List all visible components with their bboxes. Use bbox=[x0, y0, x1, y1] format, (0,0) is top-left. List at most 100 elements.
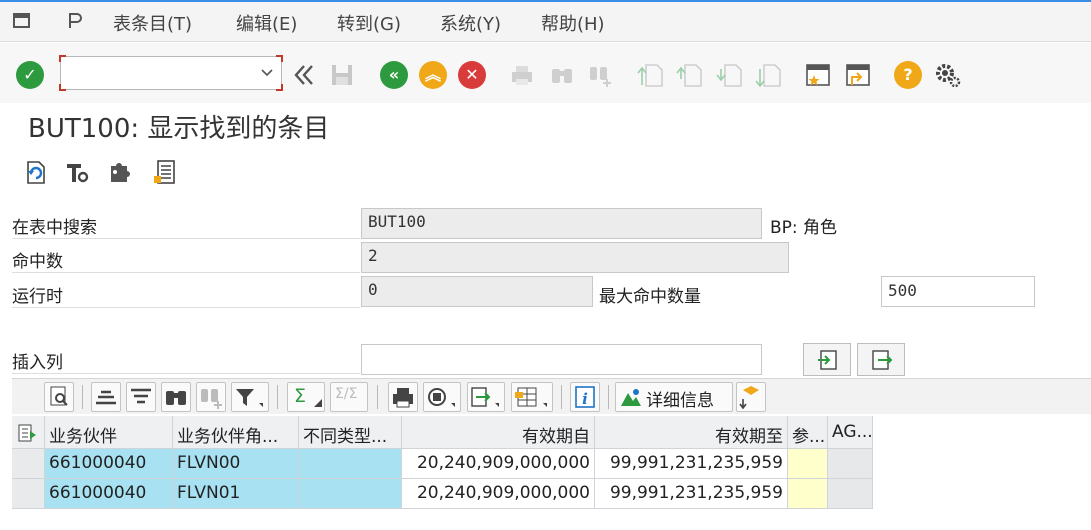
table-cell[interactable]: 661000040 bbox=[45, 479, 173, 509]
details-button[interactable]: 详细信息 bbox=[615, 382, 733, 412]
find-button[interactable] bbox=[161, 382, 191, 412]
detail-button[interactable] bbox=[44, 382, 74, 412]
row-selector[interactable] bbox=[12, 479, 45, 509]
column-header-bp[interactable]: 业务伙伴 bbox=[45, 416, 173, 449]
layout-icon[interactable] bbox=[66, 11, 86, 31]
menu-item-table-entry[interactable]: 表条目(T) bbox=[113, 10, 192, 36]
column-header-valid-to[interactable]: 有效期至 bbox=[595, 416, 788, 449]
find-icon[interactable] bbox=[548, 61, 576, 89]
remove-column-icon bbox=[872, 350, 893, 370]
search-table-description: BP: 角色 bbox=[770, 218, 838, 238]
column-header-diff-type[interactable]: 不同类型... bbox=[299, 416, 402, 449]
column-header-ag[interactable]: AG... bbox=[828, 416, 873, 449]
table-cell[interactable] bbox=[828, 479, 873, 509]
table-cell[interactable]: 20,240,909,000,000 bbox=[402, 449, 595, 479]
save-icon[interactable] bbox=[328, 61, 356, 89]
insert-column-input[interactable] bbox=[361, 344, 762, 375]
create-session-icon[interactable] bbox=[804, 61, 832, 89]
chevron-down-icon[interactable] bbox=[261, 68, 273, 78]
insert-column-label: 插入列 bbox=[12, 353, 63, 373]
details-label: 详细信息 bbox=[646, 391, 714, 411]
menu-item-edit[interactable]: 编辑(E) bbox=[236, 10, 297, 36]
menu-item-help[interactable]: 帮助(H) bbox=[541, 10, 605, 36]
sigma-icon: Σ bbox=[294, 385, 307, 407]
svg-text:i: i bbox=[582, 390, 588, 408]
search-table-label: 在表中搜索 bbox=[12, 218, 97, 238]
hits-field: 2 bbox=[361, 242, 789, 273]
table-cell[interactable]: 661000040 bbox=[45, 449, 173, 479]
next-page-icon[interactable] bbox=[716, 61, 744, 89]
align-center-icon bbox=[96, 390, 116, 405]
table-cell[interactable]: 99,991,231,235,959 bbox=[595, 449, 788, 479]
sort-order-button[interactable] bbox=[736, 382, 766, 412]
subtotal-icon: Σ/Σ bbox=[335, 386, 358, 402]
menu-icon[interactable] bbox=[12, 11, 32, 31]
menu-bar: 表条目(T) 编辑(E) 转到(G) 系统(Y) 帮助(H) bbox=[0, 0, 1091, 42]
info-icon: i bbox=[575, 386, 595, 408]
search-table-field: BUT100 bbox=[361, 208, 762, 239]
insert-column-button[interactable] bbox=[803, 343, 851, 376]
info-button[interactable]: i bbox=[570, 382, 600, 412]
row-selector[interactable] bbox=[12, 449, 45, 479]
remove-column-button[interactable] bbox=[857, 343, 905, 376]
last-page-icon[interactable] bbox=[755, 61, 783, 89]
details-chart-icon bbox=[621, 389, 641, 406]
menu-item-system[interactable]: 系统(Y) bbox=[440, 10, 501, 36]
settings-icon[interactable] bbox=[933, 61, 961, 89]
sum-button[interactable]: Σ bbox=[287, 382, 325, 412]
filter-button[interactable] bbox=[231, 382, 269, 412]
column-select-icon bbox=[18, 424, 36, 442]
exit-icon[interactable]: ︽ bbox=[419, 61, 447, 89]
menu-item-goto[interactable]: 转到(G) bbox=[337, 10, 401, 36]
refresh-icon[interactable] bbox=[22, 158, 48, 186]
table-cell[interactable]: FLVN00 bbox=[173, 449, 299, 479]
check-icon[interactable]: ✓ bbox=[16, 61, 44, 89]
max-hits-input[interactable]: 500 bbox=[881, 276, 1035, 307]
column-header-bp-role[interactable]: 业务伙伴角... bbox=[173, 416, 299, 449]
table-cell[interactable]: 20,240,909,000,000 bbox=[402, 479, 595, 509]
back-double-icon[interactable] bbox=[290, 61, 318, 89]
column-header-valid-from[interactable]: 有效期自 bbox=[402, 416, 595, 449]
cancel-icon[interactable]: ✕ bbox=[458, 61, 486, 89]
help-icon[interactable]: ? bbox=[894, 61, 922, 89]
command-field[interactable] bbox=[59, 55, 283, 91]
back-icon[interactable]: « bbox=[380, 61, 408, 89]
column-header-ref[interactable]: 参... bbox=[788, 416, 828, 449]
insert-column-icon bbox=[818, 350, 837, 370]
sort-ascending-button[interactable] bbox=[91, 382, 121, 412]
views-button[interactable] bbox=[423, 382, 461, 412]
table-cell[interactable] bbox=[299, 479, 402, 509]
sort-descending-button[interactable] bbox=[126, 382, 156, 412]
subtotal-button[interactable]: Σ/Σ bbox=[330, 382, 368, 412]
filter-icon bbox=[236, 389, 263, 407]
puzzle-icon[interactable] bbox=[107, 158, 133, 186]
layout-button[interactable] bbox=[511, 382, 553, 412]
binoculars-icon bbox=[166, 391, 186, 405]
print-button[interactable] bbox=[388, 382, 418, 412]
runtime-field: 0 bbox=[361, 276, 593, 307]
table-cell[interactable] bbox=[299, 449, 402, 479]
find-next-icon[interactable] bbox=[587, 61, 615, 89]
sort-order-icon bbox=[739, 386, 759, 410]
find-next-button[interactable] bbox=[196, 382, 226, 412]
binoculars-plus-icon bbox=[201, 389, 222, 409]
export-button[interactable] bbox=[467, 382, 505, 412]
page-title: BUT100: 显示找到的条目 bbox=[28, 114, 330, 144]
table-cell[interactable]: 99,991,231,235,959 bbox=[595, 479, 788, 509]
tools-icon[interactable] bbox=[64, 158, 90, 186]
table-cell[interactable] bbox=[788, 479, 828, 509]
print-icon[interactable] bbox=[508, 61, 536, 89]
export-icon bbox=[471, 387, 499, 407]
runtime-label: 运行时 bbox=[12, 287, 63, 307]
select-all-cell[interactable] bbox=[12, 416, 45, 449]
align-funnel-icon bbox=[131, 388, 151, 404]
table-cell[interactable]: FLVN01 bbox=[173, 479, 299, 509]
table-cell[interactable] bbox=[788, 449, 828, 479]
shortcut-icon[interactable] bbox=[844, 61, 872, 89]
first-page-icon[interactable] bbox=[637, 61, 665, 89]
magnifier-list-icon bbox=[50, 386, 68, 406]
document-list-icon[interactable] bbox=[152, 158, 178, 186]
printer-icon bbox=[393, 388, 413, 408]
prev-page-icon[interactable] bbox=[676, 61, 704, 89]
table-cell[interactable] bbox=[828, 449, 873, 479]
